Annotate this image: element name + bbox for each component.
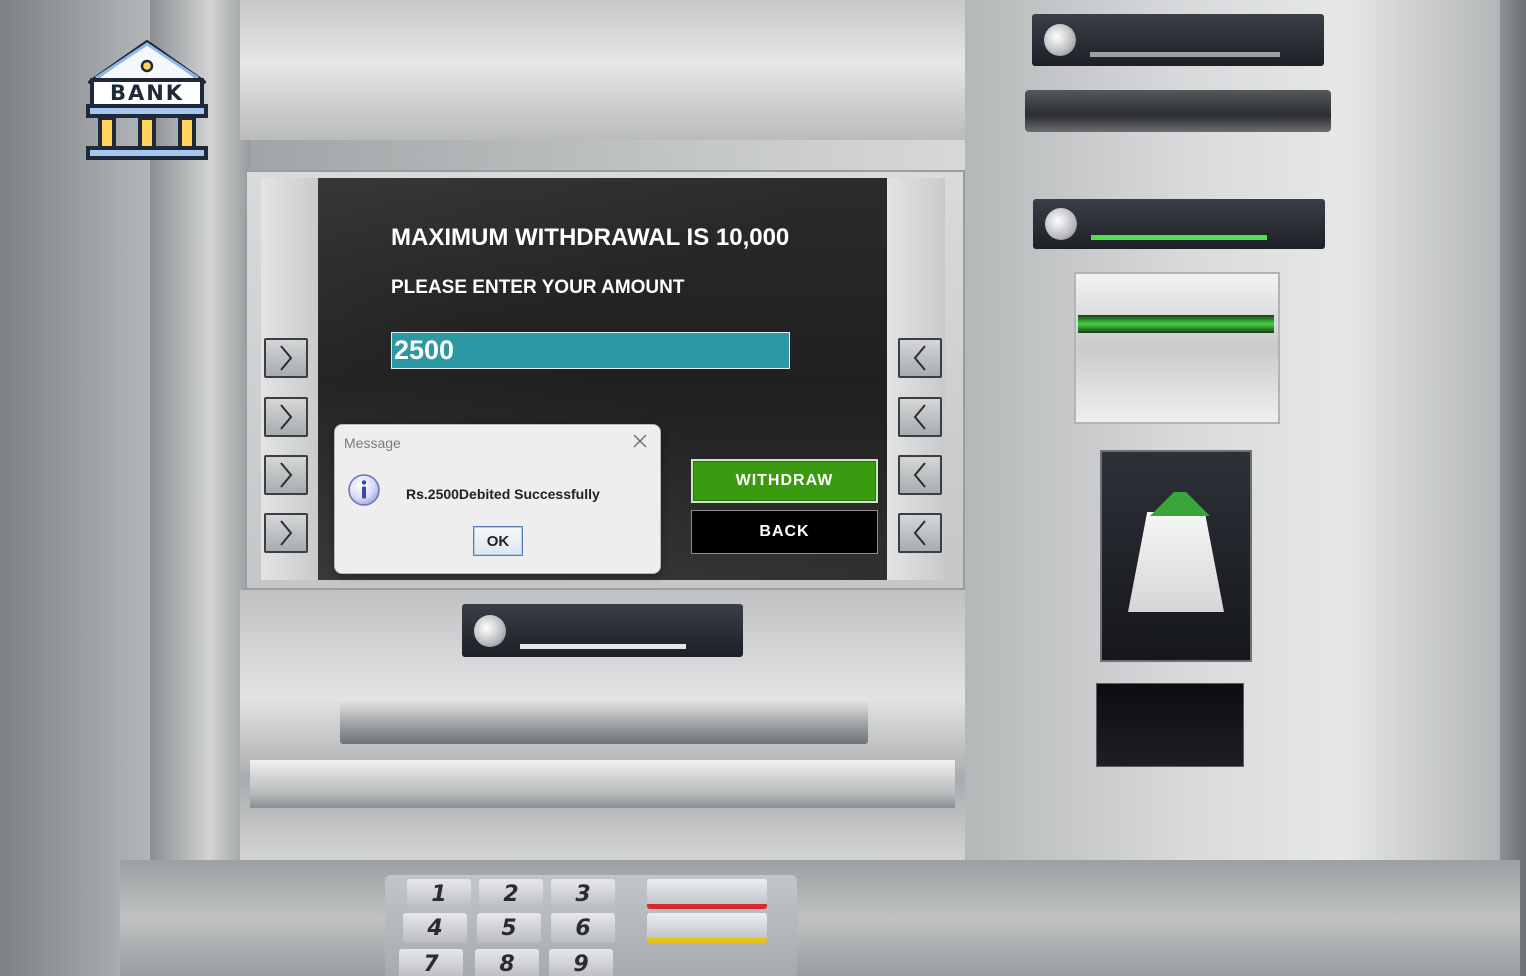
keypad-key-3[interactable]: 3 <box>551 879 615 909</box>
receipt-plate <box>1032 14 1324 66</box>
left-function-button-4[interactable] <box>264 513 308 553</box>
keypad-key-2[interactable]: 2 <box>479 879 543 909</box>
cash-dispenser-slot <box>340 698 868 744</box>
card-reader-slot <box>1078 315 1274 333</box>
atm-right-wall <box>1500 0 1526 976</box>
left-function-button-2[interactable] <box>264 397 308 437</box>
receipt-light-icon <box>1044 24 1076 56</box>
card-light-icon <box>1045 208 1077 240</box>
right-function-button-4[interactable] <box>898 513 942 553</box>
atm-counter <box>120 860 1520 976</box>
keypad-key-7[interactable]: 7 <box>399 949 463 976</box>
atm-keypad: 1 2 3 4 5 6 7 8 9 <box>385 875 797 976</box>
close-icon[interactable] <box>632 433 648 449</box>
max-withdrawal-heading: MAXIMUM WITHDRAWAL IS 10,000 <box>391 224 790 251</box>
receipt-indicator <box>1090 52 1280 57</box>
bank-logo-text: BANK <box>110 81 184 105</box>
card-plate <box>1033 199 1325 249</box>
keypad-key-8[interactable]: 8 <box>475 949 539 976</box>
chevron-right-icon <box>280 462 293 488</box>
message-dialog: Message Rs.2500Debited Successfully OK <box>334 424 661 574</box>
enter-amount-prompt: PLEASE ENTER YOUR AMOUNT <box>391 277 685 298</box>
cash-indicator <box>520 644 686 649</box>
keypad-key-1[interactable]: 1 <box>407 879 471 909</box>
dialog-message: Rs.2500Debited Successfully <box>406 486 600 502</box>
left-function-panel <box>261 178 319 580</box>
keypad-key-9[interactable]: 9 <box>549 949 613 976</box>
bank-building-icon: BANK <box>86 40 208 160</box>
chevron-right-icon <box>280 520 293 546</box>
keypad-clear-key[interactable] <box>647 913 767 943</box>
chevron-left-icon <box>913 404 926 430</box>
right-function-button-2[interactable] <box>898 397 942 437</box>
back-button[interactable]: BACK <box>691 510 878 554</box>
left-function-button-3[interactable] <box>264 455 308 495</box>
withdraw-button[interactable]: WITHDRAW <box>691 459 878 503</box>
cash-light-icon <box>474 615 506 647</box>
atm-ledge <box>250 760 955 808</box>
chevron-left-icon <box>913 345 926 371</box>
right-function-button-3[interactable] <box>898 455 942 495</box>
amount-input[interactable] <box>391 332 790 369</box>
keypad-key-6[interactable]: 6 <box>551 913 615 943</box>
chevron-left-icon <box>913 520 926 546</box>
atm-top-panel <box>240 0 965 140</box>
right-function-panel <box>887 178 945 580</box>
left-function-button-1[interactable] <box>264 338 308 378</box>
keypad-key-4[interactable]: 4 <box>403 913 467 943</box>
info-icon <box>348 474 380 506</box>
chevron-right-icon <box>280 345 293 371</box>
chevron-left-icon <box>913 462 926 488</box>
ok-button[interactable]: OK <box>473 526 523 556</box>
card-indicator <box>1091 235 1267 240</box>
dialog-title: Message <box>344 435 401 451</box>
card-reader <box>1074 272 1280 424</box>
receipt-slot <box>1025 90 1331 132</box>
keypad-cancel-key[interactable] <box>647 879 767 909</box>
keypad-key-5[interactable]: 5 <box>477 913 541 943</box>
chevron-right-icon <box>280 404 293 430</box>
deposit-slot <box>1096 683 1244 767</box>
cash-plate <box>462 604 743 657</box>
right-function-button-1[interactable] <box>898 338 942 378</box>
